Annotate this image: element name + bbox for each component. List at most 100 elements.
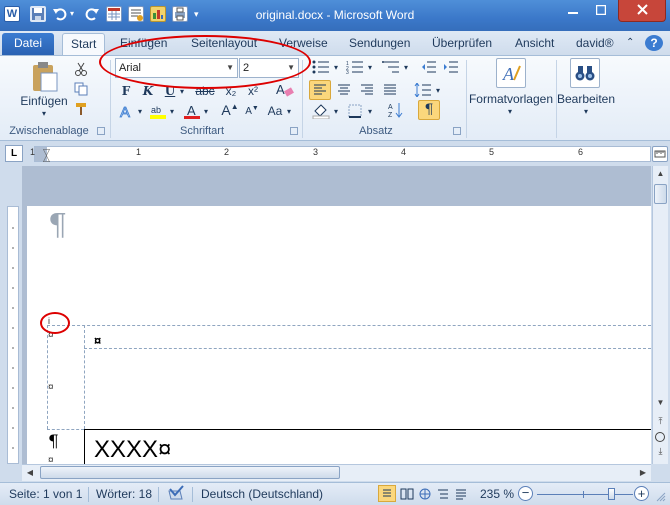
styles-dropdown-icon[interactable]: ▾ — [504, 106, 516, 116]
shading-icon[interactable] — [310, 102, 332, 120]
ruler-number: 3 — [313, 147, 319, 157]
line-spacing-dropdown-icon[interactable]: ▾ — [434, 80, 442, 100]
zoom-in-button[interactable]: + — [634, 486, 649, 501]
close-button[interactable] — [618, 0, 666, 22]
editing-button[interactable]: Bearbeiten — [556, 92, 616, 106]
tab-ueberpruefen[interactable]: Überprüfen — [424, 33, 500, 55]
justify-button[interactable] — [380, 80, 400, 100]
zoom-out-button[interactable]: − — [518, 486, 533, 501]
change-case-button[interactable]: Aa — [264, 102, 286, 120]
ruler-number: 5 — [489, 147, 495, 157]
tab-david[interactable]: david® — [568, 33, 622, 55]
browse-object-icon[interactable] — [655, 432, 665, 442]
bullet-dropdown-icon[interactable]: ▾ — [332, 58, 340, 76]
cut-icon[interactable] — [72, 60, 90, 78]
help-icon[interactable]: ? — [645, 35, 663, 51]
outline-view-icon[interactable] — [436, 487, 450, 504]
scroll-thumb[interactable] — [40, 466, 340, 479]
highlight-dropdown-icon[interactable]: ▾ — [168, 102, 176, 120]
scroll-down-icon[interactable]: ▼ — [654, 398, 667, 410]
paragraph-launcher-icon[interactable] — [453, 127, 461, 135]
page-count[interactable]: Seite: 1 von 1 — [9, 487, 82, 501]
scroll-up-icon[interactable]: ▲ — [654, 167, 667, 181]
svg-text:ab: ab — [151, 105, 161, 115]
borders-icon[interactable] — [344, 102, 366, 120]
decrease-indent-icon[interactable] — [420, 58, 438, 76]
word-count[interactable]: Wörter: 18 — [96, 487, 152, 501]
format-painter-icon[interactable] — [72, 100, 90, 118]
font-color-dropdown-icon[interactable]: ▾ — [202, 102, 210, 120]
tab-sendungen[interactable]: Sendungen — [341, 33, 418, 55]
show-formatting-marks-button[interactable]: ¶ — [418, 100, 440, 120]
maximize-button[interactable] — [588, 0, 614, 22]
ruler-number: 2 — [224, 147, 230, 157]
font-launcher-icon[interactable] — [290, 127, 298, 135]
view-ruler-icon[interactable] — [652, 146, 668, 162]
paste-icon[interactable] — [28, 60, 60, 94]
numbered-dropdown-icon[interactable]: ▾ — [366, 58, 374, 76]
change-case-dropdown-icon[interactable]: ▾ — [285, 102, 293, 120]
print-layout-view-icon[interactable] — [378, 485, 396, 502]
font-color-icon[interactable]: A — [182, 102, 202, 120]
paste-button[interactable]: Einfügen — [18, 94, 70, 108]
shrink-font-button[interactable]: A ▼ — [242, 102, 262, 120]
grow-font-button[interactable]: A ▲ — [219, 100, 241, 120]
proofing-icon[interactable] — [167, 485, 185, 504]
bullet-list-icon[interactable] — [310, 58, 332, 76]
language[interactable]: Deutsch (Deutschland) — [201, 487, 323, 501]
horizontal-scrollbar[interactable]: ◀ ▶ — [22, 464, 651, 481]
increase-indent-icon[interactable] — [442, 58, 460, 76]
multilevel-list-icon[interactable] — [380, 58, 402, 76]
full-screen-reading-icon[interactable] — [400, 487, 414, 504]
resize-grip-icon[interactable] — [656, 491, 666, 502]
cell-end-mark: ¤ — [48, 382, 54, 393]
text-effects-icon[interactable]: A — [118, 102, 136, 120]
tab-selector-button[interactable]: L — [5, 145, 23, 162]
status-separator — [192, 487, 193, 502]
multilevel-dropdown-icon[interactable]: ▾ — [402, 58, 410, 76]
copy-icon[interactable] — [72, 80, 90, 98]
align-left-button[interactable] — [309, 80, 331, 100]
previous-page-icon[interactable]: ⤒ — [654, 416, 667, 428]
next-page-icon[interactable]: ⤓ — [654, 446, 667, 458]
clipboard-launcher-icon[interactable] — [97, 127, 105, 135]
binoculars-icon[interactable] — [570, 58, 600, 88]
svg-text:A: A — [120, 104, 130, 119]
align-right-button[interactable] — [357, 80, 377, 100]
hanging-indent-icon[interactable]: △ — [43, 153, 50, 164]
highlight-icon[interactable]: ab — [148, 102, 168, 120]
table-gridline — [84, 325, 85, 429]
paste-dropdown-icon[interactable]: ▾ — [38, 108, 50, 118]
editing-dropdown-icon[interactable]: ▾ — [580, 106, 592, 116]
numbered-list-icon[interactable]: 123 — [344, 58, 366, 76]
scroll-thumb[interactable] — [654, 184, 667, 204]
ruler-number: 6 — [578, 147, 584, 157]
tab-start[interactable]: Start — [62, 33, 106, 55]
minimize-ribbon-icon[interactable]: ⌃ — [626, 33, 634, 55]
styles-icon[interactable]: A — [496, 58, 526, 88]
zoom-slider[interactable] — [537, 488, 633, 500]
svg-text:A: A — [187, 103, 196, 118]
borders-dropdown-icon[interactable]: ▾ — [366, 102, 374, 120]
bold-button[interactable]: F — [118, 82, 134, 100]
tab-datei[interactable]: Datei — [2, 33, 54, 55]
table-gridline — [84, 348, 651, 349]
tab-ansicht[interactable]: Ansicht — [507, 33, 562, 55]
align-center-button[interactable] — [334, 80, 354, 100]
vertical-scrollbar[interactable]: ▲ ▼ ⤒ ⤓ — [652, 166, 668, 464]
zoom-slider-thumb[interactable] — [608, 488, 615, 500]
document-page[interactable] — [27, 206, 651, 464]
ribbon-tab-bar: Datei Start Einfügen Seitenlayout Verwei… — [0, 31, 670, 55]
zoom-level[interactable]: 235 % — [480, 487, 514, 501]
text-effects-dropdown-icon[interactable]: ▾ — [136, 102, 144, 120]
scroll-left-icon[interactable]: ◀ — [23, 466, 37, 480]
line-spacing-icon[interactable] — [412, 80, 434, 100]
table-move-handle[interactable]: ¤ — [94, 333, 101, 348]
draft-view-icon[interactable] — [454, 487, 468, 504]
styles-button[interactable]: Formatvorlagen — [466, 92, 556, 106]
sort-icon[interactable]: AZ — [386, 100, 406, 120]
web-layout-icon[interactable] — [418, 487, 432, 504]
minimize-button[interactable] — [560, 0, 586, 22]
shading-dropdown-icon[interactable]: ▾ — [332, 102, 340, 120]
scroll-right-icon[interactable]: ▶ — [636, 466, 650, 480]
